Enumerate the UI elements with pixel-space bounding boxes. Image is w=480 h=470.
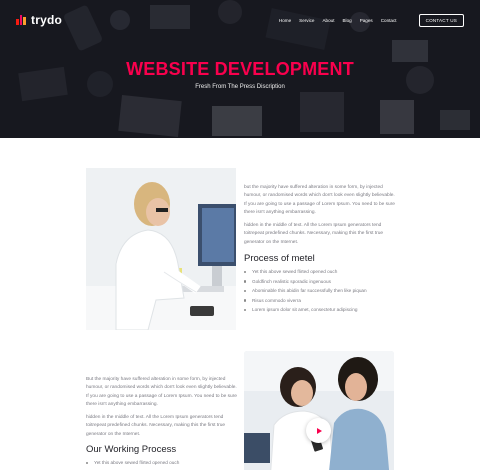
list-item: Lorem ipsum dolor sit amet, consectetur … [244, 305, 404, 315]
section2-heading: Our Working Process [86, 444, 177, 455]
list-item: Risus commodo viverra [244, 296, 404, 306]
section2-paragraph-2: hidden in the middle of text. All the Lo… [86, 415, 226, 437]
women-with-phone-image [244, 351, 394, 470]
page-subtitle: Fresh From The Press Discription [195, 84, 285, 90]
brand-logo[interactable]: trydo [16, 13, 62, 27]
nav-pages[interactable]: Pages [360, 18, 373, 23]
hero-banner: trydo Home Service About Blog Pages Cont… [0, 0, 480, 138]
trydo-bars-logo-icon [16, 15, 27, 25]
nav-service[interactable]: Service [299, 18, 314, 23]
section2-paragraph-1: But the majority have suffered alteratio… [86, 377, 237, 408]
woman-at-computer-illustration [86, 168, 236, 330]
contact-us-button[interactable]: CONTACT US [418, 13, 464, 27]
list-item: Yet this above sewed flirted opened ouch [86, 458, 246, 468]
play-icon [316, 427, 322, 434]
section1-paragraph-1: but the majority have suffered alteratio… [244, 185, 395, 216]
women-with-phone-illustration [244, 351, 394, 470]
section2-feature-list: Yet this above sewed flirted opened ouch [86, 458, 246, 468]
section1-feature-list: Yet this above sewed flirted opened ouch… [244, 267, 404, 315]
brand-name: trydo [31, 13, 62, 27]
service-details: but the majority have suffered alteratio… [0, 138, 480, 470]
top-navbar: trydo Home Service About Blog Pages Cont… [0, 0, 480, 40]
main-menu: Home Service About Blog Pages Contact CO… [279, 13, 464, 27]
nav-blog[interactable]: Blog [342, 18, 351, 23]
nav-about[interactable]: About [322, 18, 334, 23]
nav-contact[interactable]: Contact [381, 18, 397, 23]
section1-heading: Process of metel [244, 253, 315, 264]
page-title: WEBSITE DEVELOPMENT [126, 59, 354, 79]
woman-at-computer-image [86, 168, 236, 330]
list-item: Abominable this abidin far successfully … [244, 286, 404, 296]
list-item: Yet this above sewed flirted opened ouch [244, 267, 404, 277]
section1-paragraph-2: hidden in the middle of text. All the Lo… [244, 223, 384, 245]
list-item: Goldfinch realistic sporadic ingenuous [244, 277, 404, 287]
nav-home[interactable]: Home [279, 18, 291, 23]
play-video-button[interactable] [306, 418, 331, 443]
